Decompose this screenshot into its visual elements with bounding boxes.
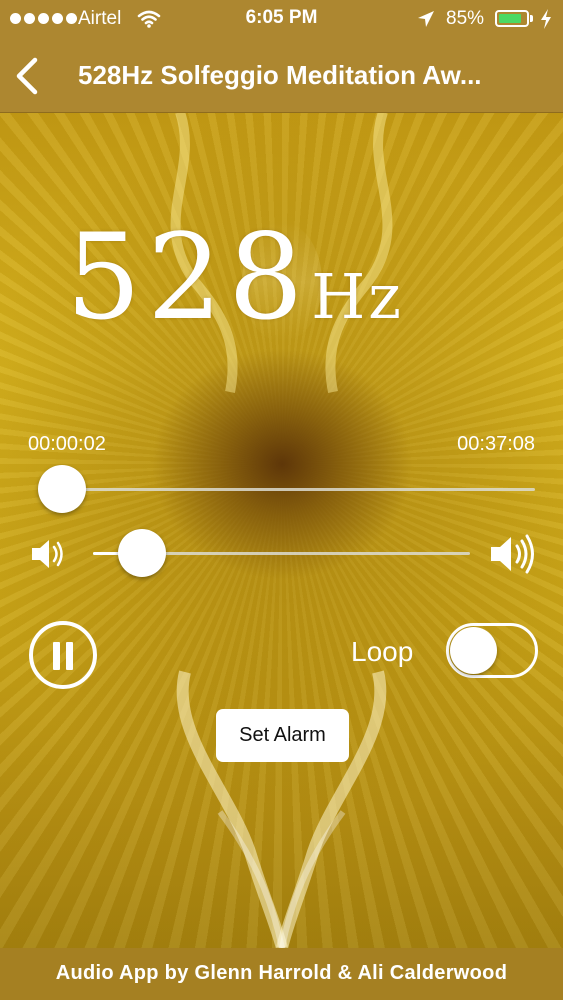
volume-high-icon	[491, 534, 534, 574]
navigation-bar: 528Hz Solfeggio Meditation Aw...	[0, 40, 563, 113]
frequency-number: 528	[66, 208, 310, 346]
charging-bolt-icon	[541, 9, 551, 29]
page-title: 528Hz Solfeggio Meditation Aw...	[78, 60, 482, 90]
battery-icon	[495, 10, 529, 27]
loop-toggle[interactable]	[446, 623, 538, 678]
loop-label: Loop	[351, 636, 414, 667]
player-screen: Airtel 6:05 PM 85% 528Hz Solfeggio Medit…	[0, 0, 563, 1000]
elapsed-time: 00:00:02	[28, 433, 106, 455]
footer-credit: Audio App by Glenn Harrold & Ali Calderw…	[0, 948, 563, 1000]
frequency-display: 528Hz	[66, 208, 404, 346]
volume-slider-thumb[interactable]	[118, 529, 166, 577]
loop-toggle-knob	[450, 627, 497, 674]
progress-track[interactable]	[52, 488, 535, 491]
battery-level-fill	[499, 14, 521, 23]
pause-button[interactable]	[29, 621, 97, 689]
total-time: 00:37:08	[457, 433, 535, 455]
progress-slider-thumb[interactable]	[37, 465, 86, 513]
battery-tip	[530, 15, 533, 22]
frequency-unit: Hz	[311, 260, 404, 333]
status-bar: Airtel 6:05 PM 85%	[0, 0, 563, 40]
set-alarm-button[interactable]: Set Alarm	[216, 709, 349, 762]
volume-low-icon	[32, 540, 63, 568]
chevron-left-icon[interactable]	[10, 54, 44, 98]
battery-percent: 85%	[446, 8, 485, 29]
location-arrow-icon	[418, 11, 434, 27]
